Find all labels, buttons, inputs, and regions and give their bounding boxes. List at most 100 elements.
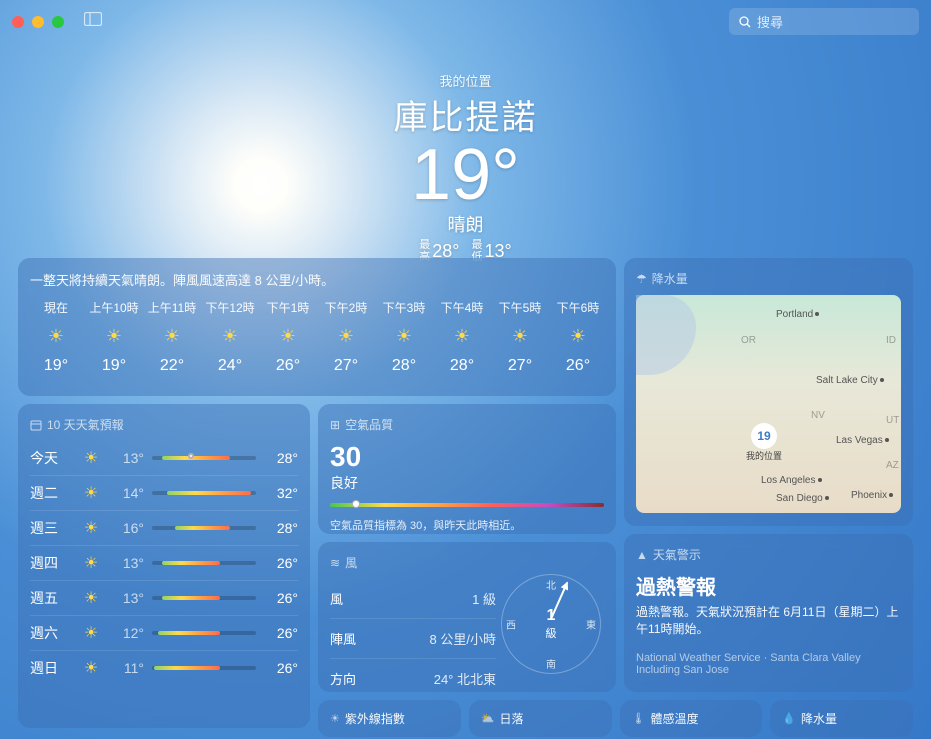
- map-city-label: ID: [886, 335, 896, 346]
- sun-icon: ☀: [262, 326, 314, 347]
- hour-column[interactable]: 下午5時☀27°: [494, 299, 546, 375]
- precipitation-map-card[interactable]: ☂ 降水量 19 我的位置 PortlandORIDSalt Lake City…: [624, 258, 913, 526]
- day-name: 週五: [30, 588, 72, 608]
- hour-column[interactable]: 現在☀19°: [30, 299, 82, 375]
- hour-time: 下午12時: [204, 299, 256, 316]
- day-row[interactable]: 週四 ☀ 13° 26°: [30, 545, 298, 580]
- day-high: 26°: [264, 625, 298, 641]
- day-low: 12°: [110, 625, 144, 641]
- wind-value: 8 公里/小時: [430, 629, 496, 648]
- hour-column[interactable]: 下午2時☀27°: [320, 299, 372, 375]
- hour-time: 下午4時: [436, 299, 488, 316]
- map-city-label: NV: [811, 410, 825, 421]
- wind-row: 方向24° 北北東: [330, 659, 496, 698]
- day-low: 16°: [110, 520, 144, 536]
- day-name: 今天: [30, 448, 72, 468]
- ten-day-forecast-card[interactable]: 10 天天氣預報 今天 ☀ 13° 28°週二 ☀ 14° 32°週三 ☀ 16…: [18, 404, 310, 728]
- alert-source: National Weather Service · Santa Clara V…: [636, 652, 901, 676]
- hour-column[interactable]: 下午6時☀26°: [552, 299, 604, 375]
- wind-label: 陣風: [330, 629, 356, 648]
- hour-time: 上午11時: [146, 299, 198, 316]
- sunset-icon: ⛅: [481, 712, 495, 725]
- city-name: 庫比提諾: [0, 90, 931, 139]
- wind-title: ≋ 風: [330, 554, 496, 571]
- wind-value: 1 級: [472, 589, 496, 608]
- day-high: 26°: [264, 590, 298, 606]
- map-city-label: AZ: [886, 460, 899, 471]
- day-name: 週二: [30, 483, 72, 503]
- drop-icon: 💧: [782, 712, 796, 725]
- map-city-label: Phoenix: [851, 490, 895, 501]
- location-label: 我的位置: [0, 71, 931, 90]
- hour-time: 下午1時: [262, 299, 314, 316]
- precipitation-map[interactable]: 19 我的位置 PortlandORIDSalt Lake CityNVUTLa…: [636, 295, 901, 513]
- hour-time: 下午6時: [552, 299, 604, 316]
- sun-icon: ☀: [378, 326, 430, 347]
- sidebar-toggle-button[interactable]: [84, 12, 102, 31]
- day-row[interactable]: 週二 ☀ 14° 32°: [30, 475, 298, 510]
- day-high: 28°: [264, 520, 298, 536]
- hour-column[interactable]: 下午1時☀26°: [262, 299, 314, 375]
- hour-time: 下午3時: [378, 299, 430, 316]
- sunset-card[interactable]: ⛅日落: [469, 700, 612, 737]
- day-low: 11°: [110, 660, 144, 676]
- sun-icon: ☀: [80, 623, 102, 643]
- search-input[interactable]: 搜尋: [729, 8, 919, 35]
- weather-alert-card[interactable]: ▲ 天氣警示 過熱警報 過熱警報。天氣狀況預計在 6月11日（星期二）上午11時…: [624, 534, 913, 692]
- day-row[interactable]: 週三 ☀ 16° 28°: [30, 510, 298, 545]
- map-city-label: Los Angeles: [761, 475, 824, 486]
- sun-icon: ☀: [494, 326, 546, 347]
- minimize-button[interactable]: [32, 16, 44, 28]
- hour-column[interactable]: 上午11時☀22°: [146, 299, 198, 375]
- day-row[interactable]: 週五 ☀ 13° 26°: [30, 580, 298, 615]
- temp-range-bar: [152, 666, 256, 670]
- hour-temp: 24°: [204, 357, 256, 375]
- day-low: 13°: [110, 555, 144, 571]
- location-pin[interactable]: 19 我的位置: [746, 423, 782, 462]
- aqi-level: 良好: [330, 473, 604, 493]
- search-placeholder: 搜尋: [757, 12, 783, 31]
- sun-icon: ☀: [80, 518, 102, 538]
- alert-header: ▲ 天氣警示: [636, 546, 901, 563]
- mini-cards-row: ☀紫外線指數 ⛅日落 🌡體感溫度 💧降水量: [318, 700, 913, 737]
- ten-day-title: 10 天天氣預報: [30, 416, 298, 433]
- day-row[interactable]: 週日 ☀ 11° 26°: [30, 650, 298, 685]
- temp-range-bar: [152, 526, 256, 530]
- day-high: 28°: [264, 450, 298, 466]
- titlebar: 搜尋: [0, 0, 931, 43]
- wind-label: 方向: [330, 669, 356, 688]
- wind-label: 風: [330, 589, 343, 608]
- hourly-forecast-card[interactable]: 一整天將持續天氣晴朗。陣風風速高達 8 公里/小時。 現在☀19°上午10時☀1…: [18, 258, 616, 396]
- day-high: 26°: [264, 555, 298, 571]
- air-quality-card[interactable]: ⊞ 空氣品質 30 良好 空氣品質指標為 30，與昨天此時相近。: [318, 404, 616, 534]
- day-name: 週六: [30, 623, 72, 643]
- temp-range-bar: [152, 561, 256, 565]
- temp-range-bar: [152, 491, 256, 495]
- aqi-description: 空氣品質指標為 30，與昨天此時相近。: [330, 517, 604, 533]
- uv-index-card[interactable]: ☀紫外線指數: [318, 700, 461, 737]
- sun-icon: ☀: [88, 326, 140, 347]
- hour-column[interactable]: 下午3時☀28°: [378, 299, 430, 375]
- day-row[interactable]: 今天 ☀ 13° 28°: [30, 441, 298, 475]
- cloud-overlay: [636, 295, 696, 375]
- hour-column[interactable]: 下午12時☀24°: [204, 299, 256, 375]
- current-weather: 我的位置 庫比提諾 19° 晴朗 最高28° 最低13°: [0, 71, 931, 263]
- wind-card[interactable]: ≋ 風 風1 級陣風8 公里/小時方向24° 北北東 北 南 東 西 1級: [318, 542, 616, 692]
- day-low: 14°: [110, 485, 144, 501]
- maximize-button[interactable]: [52, 16, 64, 28]
- hour-column[interactable]: 下午4時☀28°: [436, 299, 488, 375]
- aqi-scale: [330, 503, 604, 507]
- map-city-label: OR: [741, 335, 756, 346]
- close-button[interactable]: [12, 16, 24, 28]
- feels-like-card[interactable]: 🌡體感溫度: [620, 700, 763, 737]
- hour-column[interactable]: 上午10時☀19°: [88, 299, 140, 375]
- day-high: 26°: [264, 660, 298, 676]
- day-name: 週四: [30, 553, 72, 573]
- compass-value: 1級: [546, 607, 557, 641]
- wind-icon: ≋: [330, 556, 340, 570]
- aqi-indicator: [352, 500, 360, 508]
- sun-icon: ☀: [80, 483, 102, 503]
- map-city-label: San Diego: [776, 493, 831, 504]
- day-row[interactable]: 週六 ☀ 12° 26°: [30, 615, 298, 650]
- precipitation-card[interactable]: 💧降水量: [770, 700, 913, 737]
